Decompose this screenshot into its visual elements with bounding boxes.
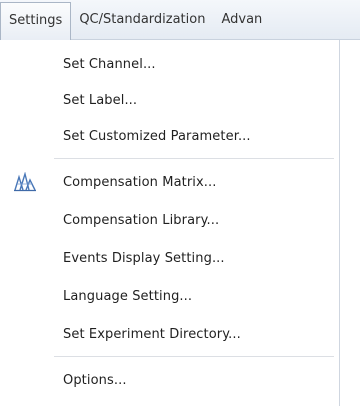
menu-separator xyxy=(54,158,334,159)
menu-advanced[interactable]: Advan xyxy=(213,1,270,39)
menu-bar: Settings QC/Standardization Advan xyxy=(0,0,360,40)
menu-item-set-customized-parameter[interactable]: Set Customized Parameter... xyxy=(0,118,340,154)
menu-item-label: Set Label... xyxy=(63,92,138,108)
settings-dropdown: Set Channel... Set Label... Set Customiz… xyxy=(0,40,340,406)
menu-item-set-experiment-directory[interactable]: Set Experiment Directory... xyxy=(0,316,340,352)
menu-item-options[interactable]: Options... xyxy=(0,362,340,398)
menu-item-language-setting[interactable]: Language Setting... xyxy=(0,278,340,314)
menu-item-compensation-library[interactable]: Compensation Library... xyxy=(0,202,340,238)
menu-item-label: Compensation Library... xyxy=(63,212,220,228)
menu-item-set-channel[interactable]: Set Channel... xyxy=(0,46,340,82)
menu-item-label: Events Display Setting... xyxy=(63,250,225,266)
menu-item-label: Compensation Matrix... xyxy=(63,174,217,190)
menu-qc-standardization[interactable]: QC/Standardization xyxy=(71,1,213,39)
app-screen: Settings QC/Standardization Advan Set Ch… xyxy=(0,0,360,406)
menu-item-compensation-matrix[interactable]: Compensation Matrix... xyxy=(0,164,340,200)
compensation-matrix-icon xyxy=(14,171,36,192)
menu-item-label: Set Experiment Directory... xyxy=(63,326,241,342)
menu-item-label: Set Customized Parameter... xyxy=(63,128,251,144)
menu-separator xyxy=(54,356,334,357)
menu-item-events-display-setting[interactable]: Events Display Setting... xyxy=(0,240,340,276)
menu-settings[interactable]: Settings xyxy=(0,1,72,40)
menu-item-label: Language Setting... xyxy=(63,288,193,304)
menu-item-label: Set Channel... xyxy=(63,56,156,72)
menu-item-label: Options... xyxy=(63,372,127,388)
menu-item-set-label[interactable]: Set Label... xyxy=(0,82,340,118)
